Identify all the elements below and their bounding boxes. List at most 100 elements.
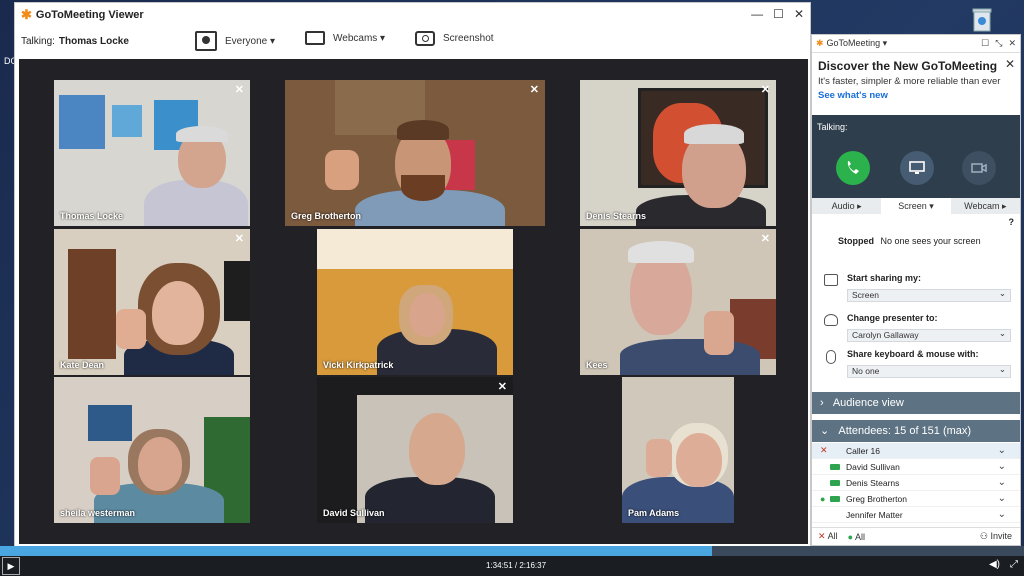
monitor-small-icon	[824, 274, 838, 286]
restore-icon[interactable]: ☐	[981, 38, 989, 49]
person-head	[409, 293, 445, 337]
close-tile-icon[interactable]: ✕	[235, 83, 244, 96]
tab-audio[interactable]: Audio ▸	[812, 198, 881, 214]
participant-name: Kate Dean	[60, 360, 105, 370]
participant-name: Kees	[586, 360, 608, 370]
close-tile-icon[interactable]: ✕	[761, 232, 770, 245]
chevron-down-icon[interactable]: ⌄	[998, 477, 1006, 488]
attendees-label: Attendees: 15 of 151 (max)	[838, 425, 972, 437]
attendee-name: Jennifer Matter	[846, 509, 903, 520]
share-keyboard-label: Share keyboard & mouse with:	[847, 349, 979, 359]
video-tile[interactable]: sheila westerman	[54, 377, 250, 523]
promo-close-icon[interactable]: ✕	[1005, 57, 1015, 71]
list-item[interactable]: ● Greg Brotherton ⌄	[812, 491, 1020, 507]
chevron-down-icon[interactable]: ⌄	[998, 445, 1006, 456]
panel-talking-label: Talking:	[817, 122, 848, 132]
camera-icon	[415, 31, 435, 46]
video-tile[interactable]: ✕ Kees	[580, 229, 776, 375]
panel-footer: ✕ All ● All ⚇ Invite	[812, 527, 1020, 545]
close-tile-icon[interactable]: ✕	[530, 83, 539, 96]
video-progress-bar[interactable]	[0, 546, 1024, 556]
webcam-icon	[305, 31, 325, 45]
monitor-icon	[909, 161, 925, 174]
invite-button[interactable]: ⚇ Invite	[980, 531, 1012, 542]
promo-link[interactable]: See what's new	[818, 90, 1014, 101]
person-head	[676, 433, 722, 487]
screenshot-button[interactable]: Screenshot	[415, 31, 494, 46]
help-icon[interactable]: ?	[1009, 217, 1015, 227]
chevron-down-icon[interactable]: ⌄	[998, 509, 1006, 520]
share-keyboard-select[interactable]: No one	[847, 364, 1011, 378]
tab-screen[interactable]: Screen ▾	[881, 198, 951, 214]
viewer-toolbar: Talking: Thomas Locke Everyone ▾ Webcams …	[15, 27, 810, 57]
ceiling	[317, 229, 513, 269]
close-tile-icon[interactable]: ✕	[235, 232, 244, 245]
control-panel: ✱ GoToMeeting ▾ ☐ ⤡ ✕ Discover the New G…	[811, 34, 1021, 546]
invite-label: Invite	[990, 531, 1012, 541]
list-item[interactable]: Denis Stearns ⌄	[812, 475, 1020, 491]
volume-icon[interactable]: ◀)	[989, 559, 1000, 570]
minimize-icon[interactable]: —	[751, 7, 763, 21]
wall-art	[88, 405, 132, 441]
chevron-down-icon[interactable]: ⌄	[998, 493, 1006, 504]
phone-icon	[847, 161, 859, 174]
fullscreen-icon[interactable]: ⤢	[1010, 559, 1018, 570]
thumbs-up-hand	[90, 457, 120, 495]
participant-name: Vicki Kirkpatrick	[323, 360, 394, 370]
video-tile[interactable]: ✕ Denis Stearns	[580, 80, 776, 226]
pin-icon[interactable]: ⤡	[995, 38, 1002, 49]
video-tile[interactable]: Vicki Kirkpatrick	[317, 229, 513, 375]
webcams-button[interactable]: Webcams ▾	[305, 31, 385, 45]
mute-all-button[interactable]: ✕ All	[818, 531, 838, 542]
close-icon[interactable]: ✕	[794, 7, 804, 21]
chevron-down-icon[interactable]: ⌄	[998, 461, 1006, 472]
share-status: Stopped No one sees your screen	[838, 236, 981, 246]
panel-title: GoToMeeting ▾	[826, 38, 888, 48]
maximize-icon[interactable]: ☐	[773, 7, 784, 21]
screen-section: ? Stopped No one sees your screen Start …	[812, 214, 1020, 389]
video-tile[interactable]: Pam Adams	[622, 377, 734, 523]
audience-view-toggle[interactable]: › Audience view	[812, 392, 1020, 414]
mic-muted-icon: ✕	[818, 531, 826, 541]
video-tile[interactable]: ✕ Greg Brotherton	[285, 80, 545, 226]
close-tile-icon[interactable]: ✕	[498, 380, 507, 393]
wall-art	[112, 105, 142, 137]
everyone-label: Everyone ▾	[225, 35, 276, 47]
time-display: 1:34:51 / 2:16:37	[486, 561, 547, 570]
attendees-toggle[interactable]: ⌄ Attendees: 15 of 151 (max)	[812, 420, 1020, 442]
list-item[interactable]: David Sullivan ⌄	[812, 459, 1020, 475]
video-tile[interactable]: ✕ Kate Dean	[54, 229, 250, 375]
add-person-icon: ⚇	[979, 531, 988, 541]
screen-share-button[interactable]	[900, 151, 934, 185]
chevron-down-icon: ⌄	[820, 425, 830, 437]
list-item[interactable]: Jennifer Matter ⌄	[812, 507, 1020, 523]
list-item[interactable]: ✕ Caller 16 ⌄	[812, 443, 1020, 459]
phone-button[interactable]	[836, 151, 870, 185]
attendee-name: Denis Stearns	[846, 477, 900, 488]
webcam-button[interactable]	[962, 151, 996, 185]
start-sharing-select[interactable]: Screen	[847, 288, 1011, 302]
unmute-all-button[interactable]: ● All	[848, 532, 865, 542]
thumbs-up-hand	[704, 311, 734, 355]
promo-title: Discover the New GoToMeeting	[818, 59, 998, 73]
door	[68, 249, 116, 359]
unmute-all-label: All	[855, 531, 866, 542]
gotomeeting-logo-icon: ✱	[816, 38, 824, 48]
panel-close-icon[interactable]: ✕	[1008, 38, 1016, 49]
close-tile-icon[interactable]: ✕	[761, 83, 770, 96]
participant-name: Pam Adams	[628, 508, 680, 518]
video-tile[interactable]: ✕ Thomas Locke	[54, 80, 250, 226]
play-button[interactable]: ▶	[2, 557, 20, 575]
change-presenter-select[interactable]: Carolyn Gallaway	[847, 328, 1011, 342]
window-controls: — ☐ ✕	[751, 7, 804, 21]
progress-fill	[0, 546, 712, 556]
mouse-icon	[826, 350, 836, 364]
viewer-window: ✱ GoToMeeting Viewer — ☐ ✕ Talking: Thoma…	[14, 2, 811, 547]
video-tile[interactable]: ✕ David Sullivan	[317, 377, 513, 523]
attendee-name: Greg Brotherton	[846, 493, 907, 504]
person-icon	[824, 314, 838, 326]
screenshot-label: Screenshot	[443, 33, 494, 44]
tab-webcam[interactable]: Webcam ▸	[951, 198, 1020, 214]
everyone-button[interactable]: Everyone ▾	[195, 31, 275, 51]
recycle-bin-icon[interactable]	[970, 6, 994, 32]
